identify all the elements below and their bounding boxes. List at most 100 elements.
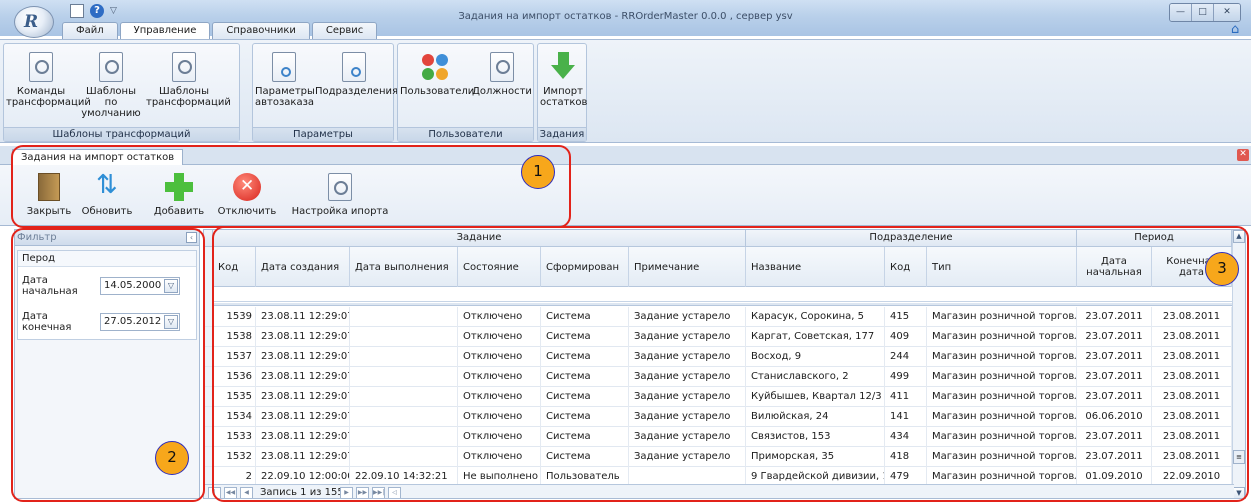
home-icon[interactable]: ⌂ <box>1231 23 1245 36</box>
cell-note[interactable]: Задание устарело <box>629 387 746 407</box>
cell-name[interactable]: Каргат, Советская, 177 <box>746 327 885 347</box>
cell-state[interactable]: Отключено <box>458 447 541 467</box>
table-row[interactable]: 1532 23.08.11 12:29:07 Отключено Система Зад… <box>204 447 1234 467</box>
cell-created[interactable]: 23.08.11 12:29:07 <box>256 407 350 427</box>
maximize-button[interactable]: □ <box>1192 4 1214 21</box>
cell-state[interactable]: Отключено <box>458 387 541 407</box>
table-row[interactable]: 1536 23.08.11 12:29:07 Отключено Система Зад… <box>204 367 1234 387</box>
departments-button[interactable]: Подразделения <box>315 52 398 97</box>
table-row[interactable]: 1538 23.08.11 12:29:07 Отключено Система Зад… <box>204 327 1234 347</box>
cell-end-date[interactable]: 23.08.2011 <box>1152 347 1232 367</box>
import-stock-button[interactable]: Импорт остатков <box>540 52 587 108</box>
cell-state[interactable]: Отключено <box>458 307 541 327</box>
cell-dept-code[interactable]: 415 <box>885 307 927 327</box>
cell-end-date[interactable]: 23.08.2011 <box>1152 327 1232 347</box>
cell-start-date[interactable]: 06.06.2010 <box>1077 407 1152 427</box>
cell-formed[interactable]: Система <box>541 407 629 427</box>
table-row[interactable]: 1533 23.08.11 12:29:07 Отключено Система Зад… <box>204 427 1234 447</box>
cell-code[interactable]: 1539 <box>213 307 256 327</box>
col-formed[interactable]: Сформирован <box>541 247 629 287</box>
cell-start-date[interactable]: 23.07.2011 <box>1077 427 1152 447</box>
cell-end-date[interactable]: 23.08.2011 <box>1152 307 1232 327</box>
close-window-button[interactable]: ✕ <box>1214 4 1240 21</box>
start-date-input[interactable]: 14.05.2000 ▽ <box>100 277 180 295</box>
cell-created[interactable]: 23.08.11 12:29:07 <box>256 447 350 467</box>
cell-dept-code[interactable]: 409 <box>885 327 927 347</box>
cell-note[interactable]: Задание устарело <box>629 407 746 427</box>
table-row[interactable]: 1539 23.08.11 12:29:07 Отключено Система Зад… <box>204 307 1234 327</box>
col-start-date[interactable]: Дата начальная <box>1077 247 1152 287</box>
table-row[interactable]: 1534 23.08.11 12:29:07 Отключено Система Зад… <box>204 407 1234 427</box>
cell-type[interactable]: Магазин розничной торговли <box>927 407 1077 427</box>
scroll-down-icon[interactable]: ▼ <box>1233 487 1245 498</box>
cell-end-date[interactable]: 23.08.2011 <box>1152 387 1232 407</box>
chevron-down-icon[interactable]: ▽ <box>164 315 178 329</box>
cell-end-date[interactable]: 23.08.2011 <box>1152 407 1232 427</box>
last-record-icon[interactable]: ▶▶| <box>372 487 385 498</box>
users-button[interactable]: Пользователи <box>400 52 474 97</box>
cell-name[interactable]: Связистов, 153 <box>746 427 885 447</box>
cell-state[interactable]: Отключено <box>458 427 541 447</box>
cell-created[interactable]: 23.08.11 12:29:07 <box>256 327 350 347</box>
cell-type[interactable]: Магазин розничной торговли <box>927 447 1077 467</box>
transform-templates-button[interactable]: Шаблоны трансформаций <box>146 52 231 108</box>
cell-end-date[interactable]: 23.08.2011 <box>1152 427 1232 447</box>
cell-created[interactable]: 23.08.11 12:29:07 <box>256 427 350 447</box>
cell-code[interactable]: 1535 <box>213 387 256 407</box>
end-date-input[interactable]: 27.05.2012 ▽ <box>100 313 180 331</box>
cell-start-date[interactable]: 23.07.2011 <box>1077 307 1152 327</box>
cell-executed[interactable] <box>350 407 458 427</box>
cell-start-date[interactable]: 23.07.2011 <box>1077 367 1152 387</box>
col-executed[interactable]: Дата выполнения <box>350 247 458 287</box>
cell-type[interactable]: Магазин розничной торговли <box>927 307 1077 327</box>
cell-formed[interactable]: Система <box>541 427 629 447</box>
cell-code[interactable]: 1538 <box>213 327 256 347</box>
close-tab-icon[interactable]: ✕ <box>1237 149 1249 161</box>
cell-created[interactable]: 23.08.11 12:29:07 <box>256 367 350 387</box>
cell-name[interactable]: Карасук, Сорокина, 5 <box>746 307 885 327</box>
cell-code[interactable]: 1533 <box>213 427 256 447</box>
cell-start-date[interactable]: 23.07.2011 <box>1077 347 1152 367</box>
next-page-icon[interactable]: ▶▶ <box>356 487 369 498</box>
cell-end-date[interactable]: 23.08.2011 <box>1152 367 1232 387</box>
cell-formed[interactable]: Система <box>541 447 629 467</box>
auto-filter-row[interactable] <box>204 287 1245 302</box>
chevron-down-icon[interactable]: ▽ <box>164 279 178 293</box>
cell-created[interactable]: 23.08.11 12:29:07 <box>256 347 350 367</box>
cell-code[interactable]: 1536 <box>213 367 256 387</box>
cell-state[interactable]: Отключено <box>458 407 541 427</box>
cell-executed[interactable] <box>350 307 458 327</box>
cell-state[interactable]: Отключено <box>458 367 541 387</box>
cell-note[interactable]: Задание устарело <box>629 367 746 387</box>
import-settings-button[interactable]: Настройка ипорта <box>288 173 392 217</box>
minimize-button[interactable]: — <box>1170 4 1192 21</box>
table-row[interactable]: 1535 23.08.11 12:29:07 Отключено Система Зад… <box>204 387 1234 407</box>
cell-created[interactable]: 23.08.11 12:29:07 <box>256 307 350 327</box>
autoorder-params-button[interactable]: Параметры автозаказа <box>255 52 315 108</box>
scroll-grip-icon[interactable]: ≡ <box>1233 450 1245 464</box>
cell-code[interactable]: 1532 <box>213 447 256 467</box>
tab-service[interactable]: Сервис <box>311 22 378 39</box>
col-state[interactable]: Состояние <box>458 247 541 287</box>
disable-button[interactable]: Отключить <box>214 173 280 217</box>
cell-dept-code[interactable]: 418 <box>885 447 927 467</box>
cell-type[interactable]: Магазин розничной торговли <box>927 347 1077 367</box>
cell-start-date[interactable]: 23.07.2011 <box>1077 447 1152 467</box>
cell-name[interactable]: Восход, 9 <box>746 347 885 367</box>
positions-button[interactable]: Должности <box>472 52 532 97</box>
cell-state[interactable]: Отключено <box>458 327 541 347</box>
prev-page-icon[interactable]: ◀◀ <box>224 487 237 498</box>
col-name[interactable]: Название <box>746 247 885 287</box>
cell-executed[interactable] <box>350 427 458 447</box>
cell-state[interactable]: Отключено <box>458 347 541 367</box>
table-row[interactable]: 1537 23.08.11 12:29:07 Отключено Система Зад… <box>204 347 1234 367</box>
pin-icon[interactable]: ‹ <box>186 232 197 243</box>
first-record-icon[interactable]: |◀◀ <box>208 487 221 498</box>
cell-note[interactable]: Задание устарело <box>629 447 746 467</box>
cell-name[interactable]: Куйбышев, Квартал 12/3 <box>746 387 885 407</box>
cell-start-date[interactable]: 23.07.2011 <box>1077 327 1152 347</box>
cell-executed[interactable] <box>350 367 458 387</box>
cell-formed[interactable]: Система <box>541 367 629 387</box>
cell-note[interactable]: Задание устарело <box>629 427 746 447</box>
scroll-up-icon[interactable]: ▲ <box>1233 230 1245 243</box>
